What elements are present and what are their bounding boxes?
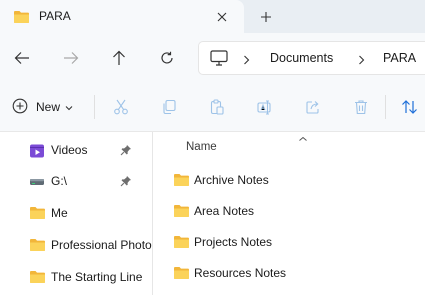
plus-icon[interactable] [255, 6, 277, 28]
file-name: Projects Notes [194, 235, 273, 249]
command-bar: New [0, 82, 425, 132]
toolbar-divider [385, 95, 386, 119]
breadcrumb-para[interactable]: PARA [383, 51, 416, 65]
list-item[interactable]: Area Notes [153, 196, 425, 227]
tab-para[interactable]: PARA [0, 0, 244, 33]
address-bar[interactable]: Documents PARA [198, 41, 425, 75]
folder-icon [29, 238, 46, 255]
sidebar-item-professional-photography[interactable]: Professional Photography [0, 230, 152, 261]
arrow-up-icon[interactable] [106, 45, 132, 71]
sidebar-item-label: Me [51, 206, 68, 220]
close-icon[interactable] [212, 7, 232, 27]
videos-icon [29, 143, 45, 162]
folder-icon [173, 266, 190, 283]
title-bar: PARA [0, 0, 425, 33]
chevron-right-icon[interactable] [243, 54, 250, 68]
chevron-down-icon [65, 100, 73, 114]
file-list: Name Archive Notes Area Notes Projects N… [153, 132, 425, 295]
pin-icon[interactable] [120, 175, 132, 190]
chevron-up-icon [298, 131, 308, 145]
delete-icon[interactable] [350, 96, 372, 118]
new-button[interactable]: New [12, 95, 73, 119]
folder-icon [173, 235, 190, 252]
folder-icon [173, 204, 190, 221]
column-header-name[interactable]: Name [186, 141, 217, 153]
plus-circle-icon [12, 98, 28, 117]
sidebar-item-label: Professional Photography [51, 238, 152, 252]
list-item[interactable]: Archive Notes [153, 165, 425, 196]
folder-icon [29, 270, 46, 287]
navigation-pane: Videos G:\ Me Professional Photography T… [0, 132, 152, 295]
arrow-right-icon[interactable] [58, 45, 84, 71]
sidebar-item-label: The Starting Line [51, 270, 143, 284]
file-name: Area Notes [194, 204, 255, 218]
sort-icon[interactable] [399, 96, 421, 118]
copy-icon[interactable] [158, 96, 180, 118]
folder-icon [29, 206, 46, 223]
pin-icon[interactable] [120, 144, 132, 159]
new-label: New [36, 100, 61, 114]
toolbar-divider [94, 95, 95, 119]
breadcrumb-documents[interactable]: Documents [270, 51, 333, 65]
sidebar-item-label: G:\ [51, 174, 68, 188]
list-item[interactable]: Resources Notes [153, 258, 425, 289]
share-icon[interactable] [302, 96, 324, 118]
file-name: Resources Notes [194, 266, 287, 280]
chevron-right-icon[interactable] [358, 54, 365, 68]
paste-icon[interactable] [206, 96, 228, 118]
arrow-left-icon[interactable] [9, 45, 35, 71]
folder-icon [173, 173, 190, 190]
sidebar-item-me[interactable]: Me [0, 198, 152, 229]
sidebar-item-videos[interactable]: Videos [0, 135, 152, 166]
cut-icon[interactable] [110, 96, 132, 118]
sidebar-item-label: Videos [51, 143, 88, 157]
monitor-icon[interactable] [210, 50, 228, 69]
sidebar-item-g-drive[interactable]: G:\ [0, 166, 152, 197]
tab-title: PARA [39, 9, 71, 23]
rename-icon[interactable] [254, 96, 276, 118]
navigation-bar: Documents PARA [0, 33, 425, 82]
sidebar-item-the-starting-line[interactable]: The Starting Line [0, 262, 152, 293]
refresh-icon[interactable] [154, 45, 180, 71]
file-name: Archive Notes [194, 173, 269, 187]
folder-icon [13, 10, 30, 27]
drive-icon [29, 174, 45, 193]
list-item[interactable]: Projects Notes [153, 227, 425, 258]
